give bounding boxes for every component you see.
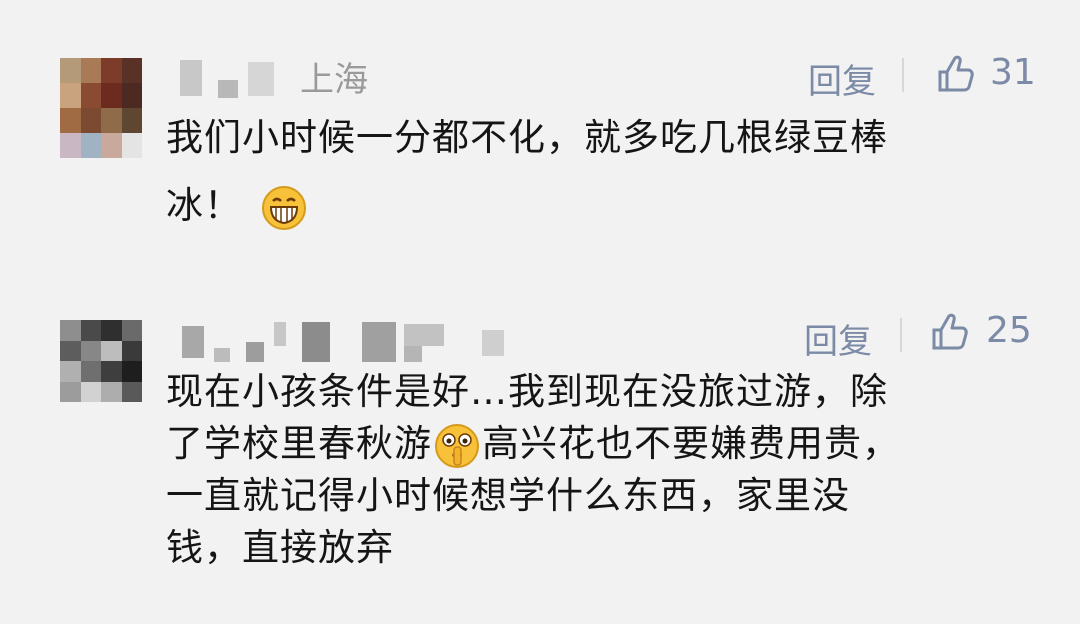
reply-button[interactable]: 回复 <box>808 54 876 103</box>
reply-button[interactable]: 回复 <box>804 314 872 363</box>
comment-text: 现在小孩条件是好…我到现在没旅过游，除 了学校里春秋游 高兴花也不要嫌费用贵， … <box>166 366 900 574</box>
username-mosaic[interactable] <box>170 58 290 102</box>
like-count: 25 <box>986 310 1032 351</box>
comment-text-line: 现在小孩条件是好…我到现在没旅过游，除 <box>166 370 888 413</box>
comment-text-line: 冰！ <box>166 184 242 227</box>
comment-text-line: 一直就记得小时候想学什么东西，家里没 <box>166 474 850 517</box>
comment-item-1: 上海 回复 31 我们小时候一分都不化，就多吃几根绿豆棒 冰！ <box>0 0 1080 262</box>
username-mosaic[interactable] <box>170 320 510 364</box>
thumbs-up-icon[interactable] <box>936 54 976 94</box>
avatar[interactable] <box>60 58 142 158</box>
location-label: 上海 <box>300 60 368 100</box>
comment-text-line: 钱，直接放弃 <box>166 526 394 569</box>
comment-item-2: 回复 25 现在小孩条件是好…我到现在没旅过游，除 了学校里春秋游 高兴花也不要… <box>0 262 1080 624</box>
divider <box>902 58 904 92</box>
comment-text: 我们小时候一分都不化，就多吃几根绿豆棒 冰！ <box>166 112 888 232</box>
thumbs-up-icon[interactable] <box>930 312 970 352</box>
comment-text-line: 高兴花也不要嫌费用贵， <box>482 422 900 465</box>
divider <box>900 318 902 352</box>
avatar[interactable] <box>60 320 142 402</box>
shushing-face-emoji <box>435 423 479 468</box>
like-count: 31 <box>990 52 1036 93</box>
comment-text-line: 我们小时候一分都不化，就多吃几根绿豆棒 <box>166 116 888 159</box>
comment-text-line: 了学校里春秋游 <box>166 422 432 465</box>
grinning-face-emoji <box>261 185 306 230</box>
